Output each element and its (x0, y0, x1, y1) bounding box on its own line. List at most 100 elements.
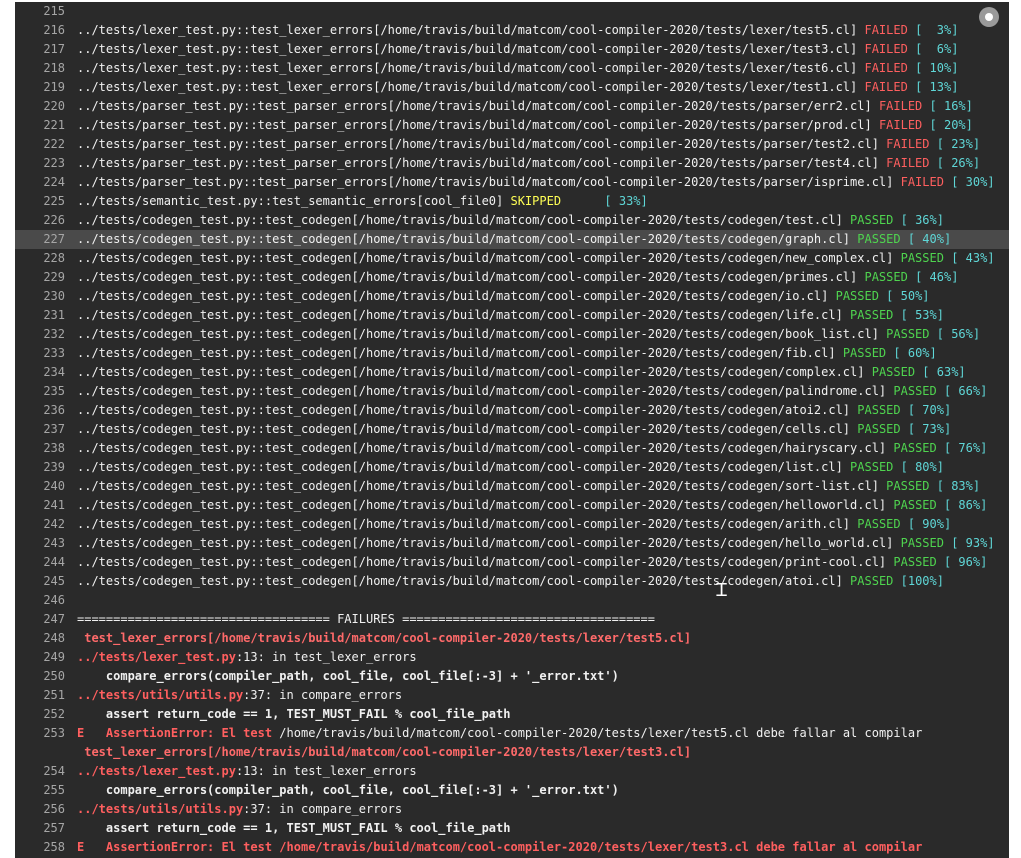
log-line[interactable]: 243 ../tests/codegen_test.py::test_codege… (15, 534, 1009, 553)
test-progress: [ 36%] (893, 213, 944, 227)
test-status: FAILED (900, 175, 944, 189)
log-line-text: ../tests/utils/utils.py:37: in compare_e… (77, 686, 402, 705)
log-line[interactable]: 232 ../tests/codegen_test.py::test_codege… (15, 325, 1009, 344)
log-line-text: compare_errors(compiler_path, cool_file,… (77, 781, 619, 800)
log-line[interactable]: 249 ../tests/lexer_test.py:13: in test_le… (15, 648, 1009, 667)
log-line-text: ../tests/codegen_test.py::test_codegen[/… (77, 287, 930, 306)
test-progress: [ 76%] (936, 441, 988, 455)
test-id: ../tests/semantic_test.py::test_semantic… (77, 194, 511, 208)
line-number: 233 (43, 346, 65, 360)
log-line[interactable]: 238 ../tests/codegen_test.py::test_codege… (15, 439, 1009, 458)
error-marker: E (77, 726, 106, 740)
line-number: 252 (43, 707, 65, 721)
test-id: ../tests/codegen_test.py::test_codegen[/… (77, 270, 865, 284)
log-line-text: compare_errors(compiler_path, cool_file,… (77, 667, 619, 686)
log-line[interactable]: 257 assert return_code == 1, TEST_MUST_F… (15, 819, 1009, 838)
log-line[interactable]: 221 ../tests/parser_test.py::test_parser_… (15, 116, 1009, 135)
log-line[interactable]: 255 compare_errors(compiler_path, cool_f… (15, 781, 1009, 800)
test-progress: [ 10%] (907, 61, 959, 75)
traceback-location: :13: in test_lexer_errors (235, 650, 417, 664)
traceback-path: ../tests/lexer_test.py (77, 764, 236, 778)
log-line-text: ../tests/codegen_test.py::test_codegen[/… (77, 477, 980, 496)
traceback-code: compare_errors(compiler_path, cool_file,… (77, 783, 619, 797)
line-number: 244 (43, 555, 65, 569)
test-status: PASSED (900, 536, 944, 550)
log-line[interactable]: 222 ../tests/parser_test.py::test_parser_… (15, 135, 1009, 154)
line-number: 216 (43, 23, 65, 37)
log-line[interactable]: 224 ../tests/parser_test.py::test_parser_… (15, 173, 1009, 192)
log-line[interactable]: 256 ../tests/utils/utils.py:37: in compar… (15, 800, 1009, 819)
test-progress: [ 6%] (907, 42, 959, 56)
log-line[interactable]: 236 ../tests/codegen_test.py::test_codege… (15, 401, 1009, 420)
log-line[interactable]: 254 ../tests/lexer_test.py:13: in test_le… (15, 762, 1009, 781)
build-log-viewer[interactable]: 215 216 ../tests/lexer_test.py::test_lexer… (15, 2, 1009, 858)
log-line[interactable]: 246 (15, 591, 1009, 610)
log-line-text: ../tests/codegen_test.py::test_codegen[/… (77, 496, 987, 515)
log-line[interactable]: 231 ../tests/codegen_test.py::test_codege… (15, 306, 1009, 325)
log-line[interactable]: 218 ../tests/lexer_test.py::test_lexer_er… (15, 59, 1009, 78)
log-line[interactable]: 252 assert return_code == 1, TEST_MUST_F… (15, 705, 1009, 724)
log-line[interactable]: 226 ../tests/codegen_test.py::test_codege… (15, 211, 1009, 230)
test-status: SKIPPED (510, 194, 562, 208)
test-id: =================================== FAIL… (77, 612, 655, 626)
log-line[interactable]: 245 ../tests/codegen_test.py::test_codege… (15, 572, 1009, 591)
line-number: 247 (43, 612, 65, 626)
test-id: ../tests/codegen_test.py::test_codegen[/… (77, 498, 894, 512)
line-number: 225 (43, 194, 65, 208)
log-line-text: ../tests/codegen_test.py::test_codegen[/… (77, 344, 937, 363)
log-line[interactable]: 241 ../tests/codegen_test.py::test_codege… (15, 496, 1009, 515)
log-line[interactable]: 239 ../tests/codegen_test.py::test_codege… (15, 458, 1009, 477)
log-line[interactable]: 250 compare_errors(compiler_path, cool_f… (15, 667, 1009, 686)
test-status: PASSED (886, 479, 930, 493)
log-line[interactable]: 228 ../tests/codegen_test.py::test_codege… (15, 249, 1009, 268)
log-line[interactable]: 220 ../tests/parser_test.py::test_parser_… (15, 97, 1009, 116)
log-line[interactable]: 247 =================================== F… (15, 610, 1009, 629)
log-line-text: assert return_code == 1, TEST_MUST_FAIL … (77, 819, 511, 838)
log-line[interactable]: 217 ../tests/lexer_test.py::test_lexer_er… (15, 40, 1009, 59)
test-id: ../tests/codegen_test.py::test_codegen[/… (77, 289, 836, 303)
log-line[interactable]: 227 ../tests/codegen_test.py::test_codege… (15, 230, 1009, 249)
log-line[interactable]: 215 (15, 2, 1009, 21)
test-id: ../tests/codegen_test.py::test_codegen[/… (77, 441, 894, 455)
log-line[interactable]: 234 ../tests/codegen_test.py::test_codege… (15, 363, 1009, 382)
log-line[interactable]: 216 ../tests/lexer_test.py::test_lexer_er… (15, 21, 1009, 40)
log-line-text: ../tests/codegen_test.py::test_codegen[/… (77, 249, 995, 268)
test-status: PASSED (886, 327, 930, 341)
test-id: ../tests/codegen_test.py::test_codegen[/… (77, 574, 851, 588)
log-line[interactable]: 244 ../tests/codegen_test.py::test_codege… (15, 553, 1009, 572)
log-line[interactable]: 233 ../tests/codegen_test.py::test_codege… (15, 344, 1009, 363)
test-id: ../tests/codegen_test.py::test_codegen[/… (77, 479, 887, 493)
log-line[interactable]: 219 ../tests/lexer_test.py::test_lexer_er… (15, 78, 1009, 97)
test-status: PASSED (893, 498, 937, 512)
test-progress: [ 60%] (886, 346, 937, 360)
line-number: 250 (43, 669, 65, 683)
line-number: 231 (43, 308, 65, 322)
log-line[interactable]: 258 E AssertionError: El test /home/travi… (15, 838, 1009, 857)
log-line-text: ../tests/parser_test.py::test_parser_err… (77, 135, 980, 154)
log-line[interactable]: 237 ../tests/codegen_test.py::test_codege… (15, 420, 1009, 439)
log-line[interactable]: 240 ../tests/codegen_test.py::test_codege… (15, 477, 1009, 496)
test-progress: [ 30%] (943, 175, 995, 189)
line-number: 237 (43, 422, 65, 436)
log-line[interactable]: test_lexer_errors[/home/travis/build/mat… (15, 743, 1009, 762)
log-line[interactable]: 242 ../tests/codegen_test.py::test_codege… (15, 515, 1009, 534)
test-status: FAILED (864, 61, 908, 75)
scroll-to-top-button[interactable] (979, 7, 999, 27)
test-id: ../tests/codegen_test.py::test_codegen[/… (77, 213, 851, 227)
test-progress: [ 13%] (907, 80, 959, 94)
failure-title: test_lexer_errors[/home/travis/build/mat… (77, 631, 692, 645)
log-line[interactable]: 230 ../tests/codegen_test.py::test_codege… (15, 287, 1009, 306)
log-line[interactable]: 229 ../tests/codegen_test.py::test_codege… (15, 268, 1009, 287)
log-line-text: ../tests/codegen_test.py::test_codegen[/… (77, 325, 980, 344)
log-line-text: ../tests/codegen_test.py::test_codegen[/… (77, 230, 951, 249)
log-line[interactable]: 235 ../tests/codegen_test.py::test_codege… (15, 382, 1009, 401)
line-number: 258 (43, 840, 65, 854)
log-line[interactable]: 248 test_lexer_errors[/home/travis/build… (15, 629, 1009, 648)
line-number: 227 (43, 232, 65, 246)
log-line[interactable]: 251 ../tests/utils/utils.py:37: in compar… (15, 686, 1009, 705)
log-line-text: ../tests/parser_test.py::test_parser_err… (77, 173, 995, 192)
log-line[interactable]: 223 ../tests/parser_test.py::test_parser_… (15, 154, 1009, 173)
test-status: PASSED (857, 232, 901, 246)
log-line[interactable]: 253 E AssertionError: El test /home/travi… (15, 724, 1009, 743)
log-line[interactable]: 225 ../tests/semantic_test.py::test_seman… (15, 192, 1009, 211)
